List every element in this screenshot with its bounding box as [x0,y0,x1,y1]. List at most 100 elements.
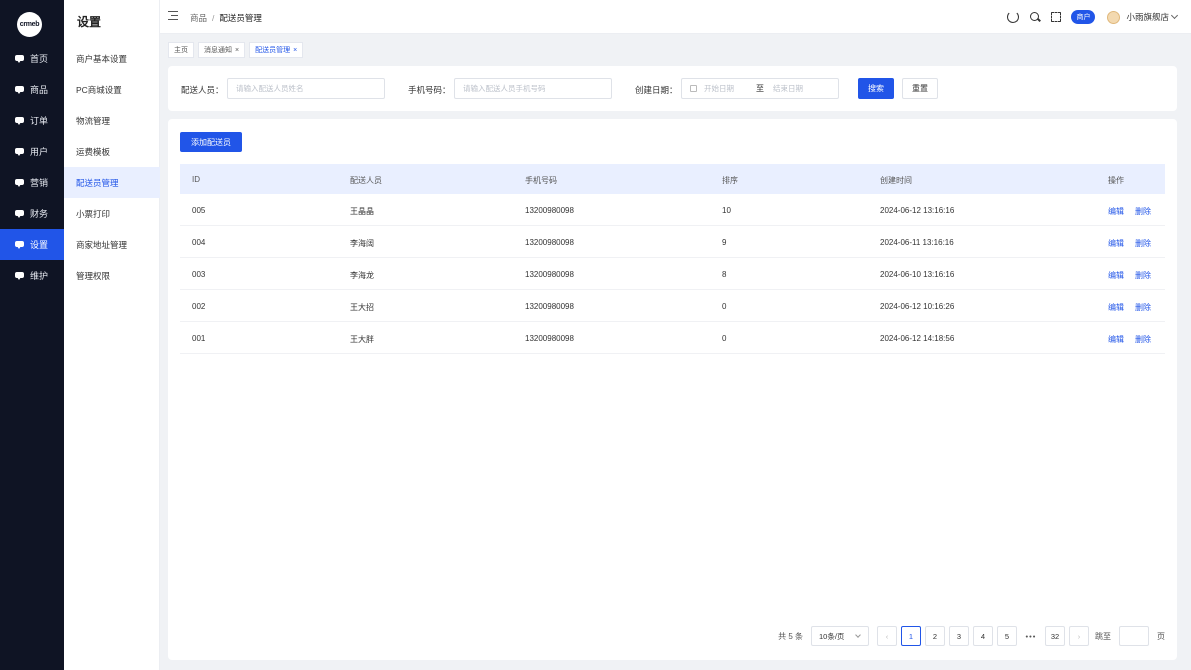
phone-filter-label: 手机号码： [408,85,451,95]
edit-link[interactable]: 编辑 [1108,302,1124,313]
column-header: 创建时间 [880,176,912,185]
page-number-button[interactable]: 2 [925,626,945,646]
chevron-down-icon[interactable] [1170,11,1179,20]
sub-nav-item[interactable]: 配送员管理 [64,167,160,198]
page-tab[interactable]: 消息通知 × [198,42,246,58]
avatar[interactable] [1107,10,1121,24]
phone-filter-input[interactable] [454,78,612,99]
cell-phone: 13200980098 [525,334,574,343]
breadcrumb-item[interactable]: 商品 [190,13,207,23]
name-filter-input[interactable] [227,78,385,99]
main-nav-label: 财务 [30,209,49,219]
chat-bubble-icon [15,209,24,218]
filter-card: 配送人员： 手机号码： 创建日期： 开始日期 至 结束日期 搜索 重置 [168,66,1177,111]
main-nav-item[interactable]: 设置 [0,229,64,260]
search-button[interactable]: 搜索 [858,78,894,99]
last-page-button[interactable]: 32 [1045,626,1065,646]
cell-sort: 10 [722,206,731,215]
main-nav-label: 订单 [30,116,49,126]
fullscreen-icon[interactable] [1051,12,1062,22]
jump-label: 跳至 [1095,631,1111,641]
table-header: ID 配送人员 手机号码 排序 创建时间 操作 [180,164,1165,194]
edit-link[interactable]: 编辑 [1108,206,1124,217]
close-icon[interactable]: × [293,47,297,54]
edit-link[interactable]: 编辑 [1108,270,1124,281]
cell-created: 2024-06-12 14:18:56 [880,334,955,343]
cell-name: 王大胖 [350,335,374,344]
breadcrumb-current: 配送员管理 [219,13,262,23]
sub-sidebar: 设置 商户基本设置 PC商城设置 物流管理 运费模板 配送员管理 小票打印 商家地址管理 管理… [64,0,160,670]
page-size-select[interactable]: 10条/页 [811,626,869,646]
main-nav-label: 用户 [30,147,49,157]
main-nav-item[interactable]: 订单 [0,105,64,136]
cell-created: 2024-06-12 13:16:16 [880,206,955,215]
page-number-button[interactable]: 1 [901,626,921,646]
edit-link[interactable]: 编辑 [1108,238,1124,249]
refresh-icon[interactable] [1007,11,1020,23]
delete-link[interactable]: 删除 [1135,238,1151,249]
sub-nav-item[interactable]: PC商城设置 [64,74,160,105]
date-end[interactable]: 结束日期 [773,83,825,94]
main-nav-item[interactable]: 首页 [0,43,64,74]
table-row: 003 李海龙 13200980098 8 2024-06-10 13:16:16 编辑删… [180,258,1165,290]
page-tab[interactable]: 配送员管理 × [249,42,304,58]
table-row: 001 王大胖 13200980098 0 2024-06-12 14:18:56 编辑删… [180,322,1165,354]
total-count: 共 5 条 [778,631,803,641]
prev-page-button[interactable]: ‹ [877,626,897,646]
add-courier-button[interactable]: 添加配送员 [180,132,242,152]
column-header: 配送人员 [350,176,382,185]
main-nav-item[interactable]: 用户 [0,136,64,167]
cell-created: 2024-06-12 10:16:26 [880,302,955,311]
column-header: ID [192,175,200,184]
table-card: 添加配送员 ID 配送人员 手机号码 排序 创建时间 操作 005 王晶晶 1320… [168,119,1177,660]
sub-nav-item[interactable]: 运费模板 [64,136,160,167]
page-number-button[interactable]: 3 [949,626,969,646]
search-icon[interactable] [1029,11,1041,23]
edit-link[interactable]: 编辑 [1108,334,1124,345]
cell-name: 李海阔 [350,239,374,248]
chat-bubble-icon [15,147,24,156]
cell-created: 2024-06-11 13:16:16 [880,238,954,247]
sub-nav-item[interactable]: 小票打印 [64,198,160,229]
username[interactable]: 小雨旗舰店 [1126,11,1169,23]
page-tab[interactable]: 主页 [168,42,194,58]
more-pages-ellipsis[interactable]: ••• [1021,626,1041,646]
cell-id: 004 [192,238,206,247]
date-start[interactable]: 开始日期 [704,83,756,94]
cell-id: 005 [192,206,206,215]
next-page-button[interactable]: › [1069,626,1089,646]
delete-link[interactable]: 删除 [1135,270,1151,281]
page-tab-label: 配送员管理 [255,47,291,54]
page-numbers: 12345 [901,626,1021,646]
pagination: 共 5 条 10条/页 ‹ 12345 ••• 32 › 跳至 页 [778,626,1165,646]
menu-toggle-icon[interactable] [168,11,178,20]
chat-bubble-icon [15,271,24,280]
main-nav-label: 商品 [30,85,49,95]
delete-link[interactable]: 删除 [1135,206,1151,217]
cell-id: 001 [192,334,206,343]
column-header: 排序 [722,176,738,185]
sub-nav-item[interactable]: 商家地址管理 [64,229,160,260]
delete-link[interactable]: 删除 [1135,302,1151,313]
delete-link[interactable]: 删除 [1135,334,1151,345]
main-nav-label: 维护 [30,271,49,281]
page-tabs: 主页 消息通知 × 配送员管理 × [168,42,307,58]
main-nav-item[interactable]: 维护 [0,260,64,291]
reset-button[interactable]: 重置 [902,78,938,99]
page-tab-label: 消息通知 [204,47,232,54]
page-number-button[interactable]: 4 [973,626,993,646]
close-icon[interactable]: × [235,47,239,54]
main-nav-item[interactable]: 财务 [0,198,64,229]
sub-nav-item[interactable]: 商户基本设置 [64,43,160,74]
table-row: 002 王大招 13200980098 0 2024-06-12 10:16:26 编辑删… [180,290,1165,322]
cell-created: 2024-06-10 13:16:16 [880,270,955,279]
main-nav-item[interactable]: 营销 [0,167,64,198]
main-nav-label: 营销 [30,178,49,188]
cell-phone: 13200980098 [525,238,574,247]
jump-page-input[interactable] [1119,626,1149,646]
sub-nav-item[interactable]: 物流管理 [64,105,160,136]
page-number-button[interactable]: 5 [997,626,1017,646]
date-range-picker[interactable]: 开始日期 至 结束日期 [681,78,839,99]
main-nav-item[interactable]: 商品 [0,74,64,105]
sub-nav-item[interactable]: 管理权限 [64,260,160,291]
